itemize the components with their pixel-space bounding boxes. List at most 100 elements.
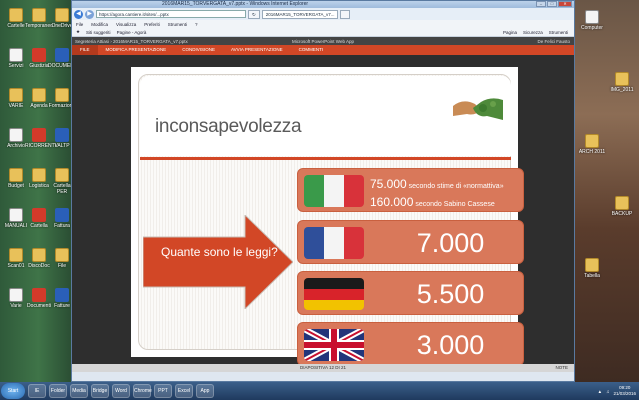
folder-icon: [55, 128, 69, 142]
italy-flag-icon: [304, 175, 364, 207]
taskbar-app-button[interactable]: App: [196, 384, 214, 398]
folder-icon: [55, 8, 69, 22]
folder-icon: [9, 8, 23, 22]
taskbar-app-button[interactable]: IE: [28, 384, 46, 398]
toolbar-menu[interactable]: Sicurezza: [523, 30, 543, 35]
maximize-button[interactable]: □: [547, 1, 557, 7]
ribbon-tab[interactable]: MODIFICA PRESENTAZIONE: [98, 45, 175, 55]
favorites-star-icon[interactable]: ★: [76, 29, 80, 35]
slide: inconsapevolezza Quante sono le leggi? 7…: [131, 67, 524, 366]
folder-icon: [55, 168, 69, 182]
taskbar-app-button[interactable]: Bridge: [91, 384, 109, 398]
folder-icon: [9, 128, 23, 142]
cassese-estimate: 160.000 secondo Sabino Cassese: [370, 193, 495, 211]
slide-counter: DIAPOSITIVA 12 DI 21: [300, 365, 346, 370]
toolbar-menu[interactable]: Pagina: [503, 30, 517, 35]
folder-icon: [9, 288, 23, 302]
clock-date: 21/03/2016: [613, 391, 636, 396]
browser-window: 2016MAR15_TORVERGATA_v7.pptx - Windows I…: [71, 0, 575, 382]
title-divider: [140, 157, 511, 160]
app-name: Microsoft PowerPoint Web App: [292, 38, 354, 44]
handshake-image: [453, 98, 503, 120]
slide-frame: inconsapevolezza Quante sono le leggi? 7…: [138, 74, 524, 366]
ribbon-tab[interactable]: FILE: [72, 45, 98, 55]
taskbar: Start IE Folder Media Bridge Word Chrome PPT Ex…: [0, 382, 639, 400]
ribbon-tab[interactable]: AVVIA PRESENTAZIONE: [223, 45, 291, 55]
menu-item[interactable]: Preferiti: [144, 22, 160, 27]
taskbar-app-button[interactable]: Folder: [49, 384, 67, 398]
france-flag-icon: [304, 227, 364, 259]
slide-title: inconsapevolezza: [155, 116, 302, 137]
toolbar-menu[interactable]: Strumenti: [549, 30, 568, 35]
menu-item[interactable]: ?: [195, 22, 198, 27]
folder-icon: [32, 208, 46, 222]
address-input[interactable]: https://agora.cantiere.it/sites/...pptx: [96, 10, 246, 18]
forward-button[interactable]: ▶: [85, 9, 94, 19]
taskbar-app-button[interactable]: Excel: [175, 384, 193, 398]
cassese-text: secondo Sabino Cassese: [413, 201, 495, 208]
folder-icon: [9, 248, 23, 262]
desktop-icon[interactable]: Tabella: [578, 258, 606, 279]
menu-item[interactable]: Visualizza: [116, 22, 136, 27]
normattiva-estimate: 75.000 secondo stime di «normattiva»: [370, 175, 504, 193]
desktop-icon-label: ARCH 2011: [578, 149, 606, 155]
desktop-icon[interactable]: ARCH 2011: [578, 134, 606, 155]
volume-icon[interactable]: ♫: [606, 389, 609, 394]
desktop-icon[interactable]: Computer: [578, 10, 606, 31]
folder-icon: [9, 88, 23, 102]
folder-icon: [32, 88, 46, 102]
normattiva-text: secondo stime di «normattiva»: [406, 183, 504, 190]
address-bar-row: ◀ ▶ https://agora.cantiere.it/sites/...p…: [72, 8, 574, 20]
row-italy: 75.000 secondo stime di «normattiva» 160…: [297, 168, 524, 212]
germany-flag-icon: [304, 278, 364, 310]
desktop-icon-label: Tabella: [584, 273, 600, 279]
folder-icon: [32, 168, 46, 182]
ribbon-tab[interactable]: CONDIVISIONE: [174, 45, 223, 55]
clock[interactable]: 09:20 21/03/2016: [613, 385, 636, 397]
folder-icon: [32, 8, 46, 22]
folder-icon: [585, 134, 599, 148]
desktop-icon-label: Computer: [581, 25, 603, 31]
cassese-number: 160.000: [370, 195, 414, 209]
uk-flag-icon: [304, 329, 364, 361]
minimize-button[interactable]: –: [536, 1, 546, 7]
suggested-sites-link[interactable]: Siti suggeriti: [86, 30, 111, 35]
window-title-bar: 2016MAR15_TORVERGATA_v7.pptx - Windows I…: [72, 1, 574, 8]
new-tab-button[interactable]: [340, 9, 350, 19]
start-button[interactable]: Start: [1, 383, 25, 399]
ppt-ribbon: FILE MODIFICA PRESENTAZIONE CONDIVISIONE AV…: [72, 45, 574, 55]
close-button[interactable]: ✕: [558, 1, 572, 7]
ribbon-tab[interactable]: COMMENTI: [291, 45, 332, 55]
page-link[interactable]: Pagine - Agorà: [117, 30, 147, 35]
menu-item[interactable]: Modifica: [91, 22, 108, 27]
window-title: 2016MAR15_TORVERGATA_v7.pptx - Windows I…: [162, 1, 309, 7]
notes-button[interactable]: NOTE: [555, 364, 568, 372]
taskbar-app-button[interactable]: PPT: [154, 384, 172, 398]
uk-value: 3.000: [416, 330, 485, 360]
system-tray: ▲ ♫ 09:20 21/03/2016: [598, 382, 636, 400]
breadcrumb[interactable]: Segreteria Attiasi › 2016MAR15_TORVERGAT…: [75, 39, 188, 44]
back-button[interactable]: ◀: [74, 9, 83, 19]
arrow-shape: [143, 215, 293, 309]
desktop-icon[interactable]: IMG_2011: [608, 72, 636, 93]
france-value: 7.000: [416, 228, 485, 258]
taskbar-app-button[interactable]: Chrome: [133, 384, 152, 398]
menu-bar: File Modifica Visualizza Preferiti Strumenti…: [72, 20, 574, 28]
user-name[interactable]: De Felici Fausto: [537, 39, 570, 44]
taskbar-app-button[interactable]: Media: [70, 384, 88, 398]
network-icon[interactable]: ▲: [598, 389, 602, 394]
desktop-icon-label: IMG_2011: [610, 87, 634, 93]
folder-icon: [32, 48, 46, 62]
refresh-button[interactable]: ↻: [248, 9, 260, 19]
folder-icon: [9, 168, 23, 182]
row-france: 7.000: [297, 220, 524, 264]
ppt-header: Segreteria Attiasi › 2016MAR15_TORVERGAT…: [72, 37, 574, 45]
folder-icon: [615, 72, 629, 86]
taskbar-app-button[interactable]: Word: [112, 384, 130, 398]
germany-value: 5.500: [416, 279, 485, 309]
browser-tab[interactable]: 2016MAR15_TORVERGATA_v7...: [261, 9, 339, 19]
desktop-icon[interactable]: BACKUP: [608, 196, 636, 217]
menu-item[interactable]: File: [76, 22, 83, 27]
favorites-bar: ★ Siti suggeriti Pagine - Agorà Pagina Si…: [72, 28, 574, 37]
menu-item[interactable]: Strumenti: [168, 22, 187, 27]
